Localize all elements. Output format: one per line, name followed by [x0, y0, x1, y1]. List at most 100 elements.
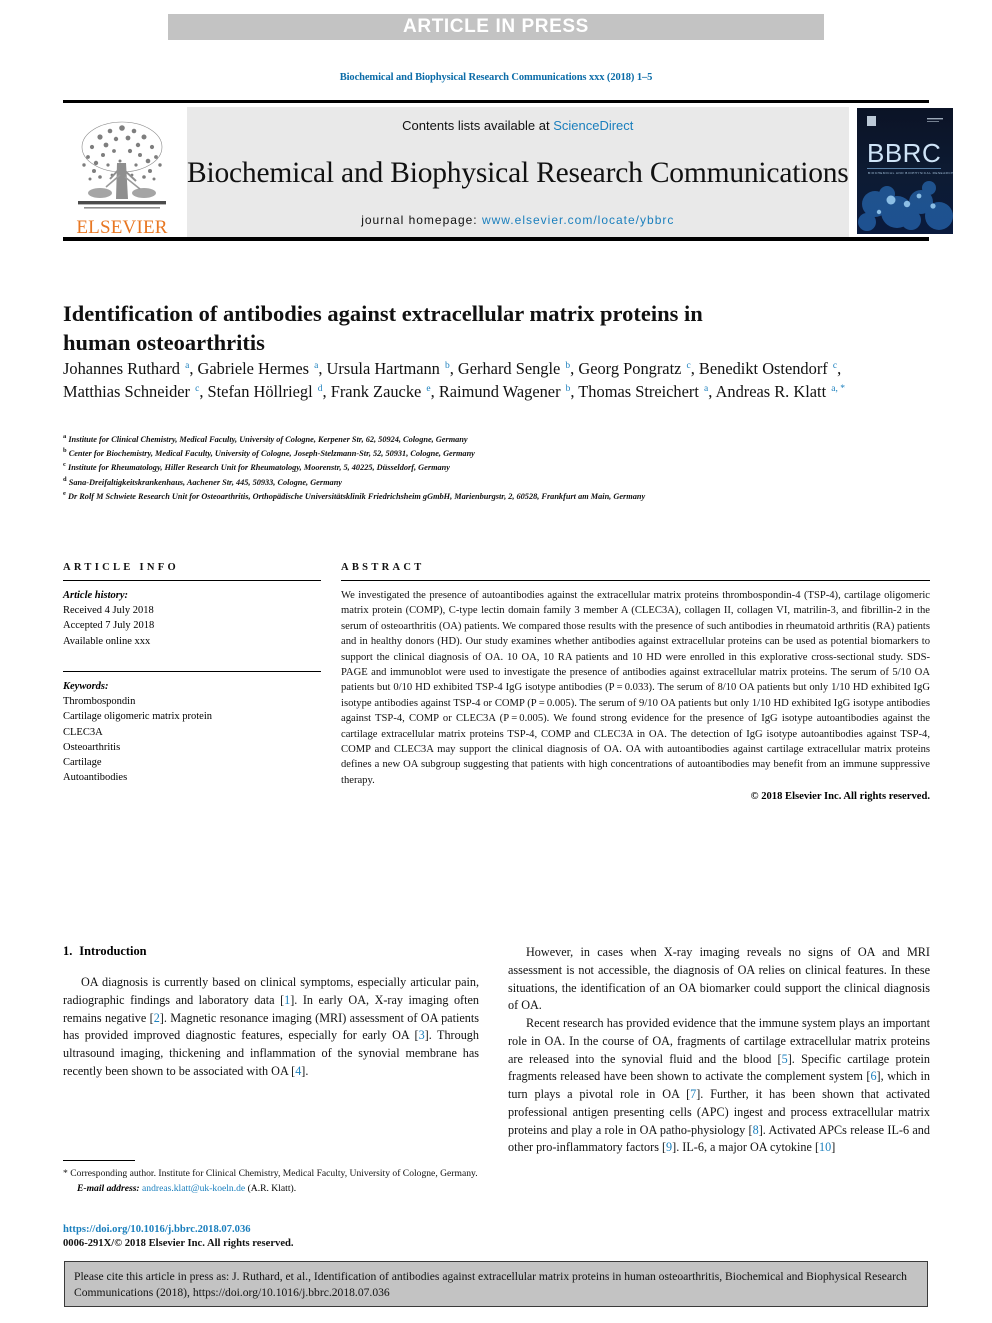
abstract-rule	[341, 580, 930, 581]
email-label: E-mail address:	[77, 1182, 140, 1194]
article-in-press-label: ARTICLE IN PRESS	[403, 16, 589, 37]
section-number: 1.	[63, 944, 73, 958]
author-name: Gabriele Hermes	[197, 359, 314, 378]
citation-ref[interactable]: 8	[753, 1123, 759, 1137]
email-owner: (A.R. Klatt).	[247, 1182, 297, 1194]
keyword-item: Cartilage	[63, 756, 102, 768]
intro-paragraph-right-2: Recent research has provided evidence th…	[508, 1016, 931, 1155]
citation-ref[interactable]: 5	[782, 1052, 788, 1066]
author-affiliation-marker: a	[185, 360, 190, 371]
author-name: Benedikt Ostendorf	[698, 359, 832, 378]
contents-prefix: Contents lists available at	[402, 118, 554, 133]
elsevier-wordmark: ELSEVIER	[76, 217, 168, 238]
abstract-body: We investigated the presence of autoanti…	[341, 590, 930, 786]
author-affiliation-marker: a	[314, 360, 319, 371]
journal-homepage-line: journal homepage: www.elsevier.com/locat…	[361, 213, 674, 227]
author-affiliation-marker: a, *	[831, 383, 845, 394]
affiliation-item: a Institute for Clinical Chemistry, Medi…	[63, 433, 468, 444]
affiliation-marker: b	[63, 447, 67, 455]
sciencedirect-link[interactable]: ScienceDirect	[553, 118, 633, 133]
article-info-section: ARTICLE INFO Article history: Received 4…	[63, 562, 321, 785]
author-affiliation-marker: b	[565, 360, 571, 371]
author-name: Gerhard Sengle	[457, 359, 565, 378]
svg-text:BIOCHEMICAL AND BIOPHYSICAL RE: BIOCHEMICAL AND BIOPHYSICAL RESEARCH COM…	[868, 171, 953, 175]
bbrc-cover-art: BBRC BIOCHEMICAL AND BIOPHYSICAL RESEARC…	[856, 107, 967, 234]
affiliation-marker: a	[63, 433, 67, 440]
author-affiliation-marker: d	[317, 383, 323, 394]
author-affiliation-marker: b	[444, 360, 450, 371]
author-affiliation-marker: e	[426, 383, 431, 394]
abstract-section: ABSTRACT We investigated the presence of…	[341, 562, 930, 802]
elsevier-tree-icon	[78, 121, 166, 209]
email-link[interactable]: andreas.klatt@uk-koeln.de	[142, 1183, 245, 1194]
citation-ref[interactable]: 6	[870, 1069, 876, 1083]
affiliation-marker: e	[63, 489, 66, 497]
journal-title: Biochemical and Biophysical Research Com…	[187, 156, 849, 189]
author-name: Ursula Hartmann	[326, 359, 444, 378]
affiliation-item: d Sana-Dreifaltigkeitskrankenhaus, Aache…	[63, 475, 342, 487]
body-column-right: However, in cases when X-ray imaging rev…	[508, 944, 930, 1157]
citation-ref[interactable]: 7	[690, 1087, 696, 1101]
author-name: Frank Zaucke	[330, 382, 426, 402]
masthead-bottom-rule	[63, 237, 929, 241]
author-affiliation-marker: c	[686, 360, 691, 371]
running-head: Biochemical and Biophysical Research Com…	[339, 72, 653, 83]
abstract-copyright: © 2018 Elsevier Inc. All rights reserved…	[750, 791, 930, 803]
keyword-item: Cartilage oligomeric matrix protein	[63, 711, 212, 723]
contents-list-line: Contents lists available at ScienceDirec…	[402, 118, 633, 133]
affiliation-item: e Dr Rolf M Schwiete Research Unit for O…	[63, 489, 646, 501]
keyword-item: Thrombospondin	[63, 696, 136, 708]
keywords-rule	[63, 670, 321, 672]
article-in-press-banner: ARTICLE IN PRESS	[168, 14, 824, 40]
author-name: Stefan Höllriegl	[207, 382, 317, 402]
author-name: Thomas Streichert	[578, 382, 704, 402]
citation-ref[interactable]: 1	[284, 993, 290, 1007]
author-affiliation-marker: a	[704, 383, 709, 394]
citation-ref[interactable]: 4	[295, 1064, 301, 1078]
intro-paragraph-right-1: However, in cases when X-ray imaging rev…	[508, 945, 930, 1013]
homepage-prefix: journal homepage:	[361, 213, 482, 227]
section-heading-introduction: 1. Introduction	[63, 944, 479, 959]
author-name: Raimund Wagener	[438, 382, 565, 402]
cite-this-article-box: Please cite this article in press as: J.…	[64, 1261, 928, 1307]
author-affiliation-marker: b	[565, 383, 571, 394]
affiliation-item: b Center for Biochemistry, Medical Facul…	[63, 447, 475, 458]
author-name: Johannes Ruthard	[63, 359, 185, 378]
article-history-lines: Received 4 July 2018 Accepted 7 July 2018…	[63, 603, 321, 649]
affiliation-list: a Institute for Clinical Chemistry, Medi…	[63, 432, 938, 503]
svg-text:BBRC: BBRC	[867, 138, 941, 168]
page-title: Identification of antibodies against ext…	[63, 301, 703, 356]
cite-this-article-text: Please cite this article in press as: J.…	[74, 1270, 907, 1300]
keyword-item: CLEC3A	[63, 726, 103, 738]
doi-block: https://doi.org/10.1016/j.bbrc.2018.07.0…	[63, 1223, 483, 1252]
abstract-heading: ABSTRACT	[341, 562, 425, 573]
doi-link[interactable]: https://doi.org/10.1016/j.bbrc.2018.07.0…	[63, 1223, 483, 1237]
footnote-rule	[63, 1160, 135, 1161]
elsevier-logo: ELSEVIER	[63, 107, 181, 239]
author-name: Matthias Schneider	[63, 382, 195, 402]
journal-masthead: ELSEVIER Contents lists available at Sci…	[63, 100, 967, 241]
intro-paragraph-left-1: OA diagnosis is currently based on clini…	[63, 975, 480, 1078]
citation-ref[interactable]: 9	[666, 1140, 672, 1154]
corresponding-author-footnote: * Corresponding author. Institute for Cl…	[63, 1160, 479, 1195]
keyword-item: Autoantibodies	[63, 772, 128, 784]
keyword-lines: Thrombospondin Cartilage oligomeric matri…	[63, 694, 321, 785]
article-history-item: Received 4 July 2018	[63, 605, 154, 617]
section-title: Introduction	[79, 944, 147, 958]
author-affiliation-marker: c	[195, 383, 200, 394]
citation-ref[interactable]: 2	[154, 1011, 160, 1025]
keyword-item: Osteoarthritis	[63, 741, 121, 753]
article-info-rule	[63, 580, 321, 581]
citation-ref[interactable]: 10	[819, 1140, 831, 1154]
journal-homepage-link[interactable]: www.elsevier.com/locate/ybbrc	[482, 213, 674, 227]
affiliation-marker: c	[63, 461, 66, 469]
article-history-item: Available online xxx	[63, 635, 151, 647]
masthead-center-panel: Contents lists available at ScienceDirec…	[187, 107, 849, 239]
article-info-heading: ARTICLE INFO	[63, 562, 179, 573]
email-line: E-mail address: andreas.klatt@uk-koeln.d…	[63, 1182, 479, 1196]
journal-cover-image: BBRC BIOCHEMICAL AND BIOPHYSICAL RESEARC…	[856, 107, 967, 239]
body-column-left: 1. Introduction OA diagnosis is currently…	[63, 944, 479, 1081]
citation-ref[interactable]: 3	[419, 1028, 425, 1042]
affiliation-marker: d	[63, 475, 67, 483]
